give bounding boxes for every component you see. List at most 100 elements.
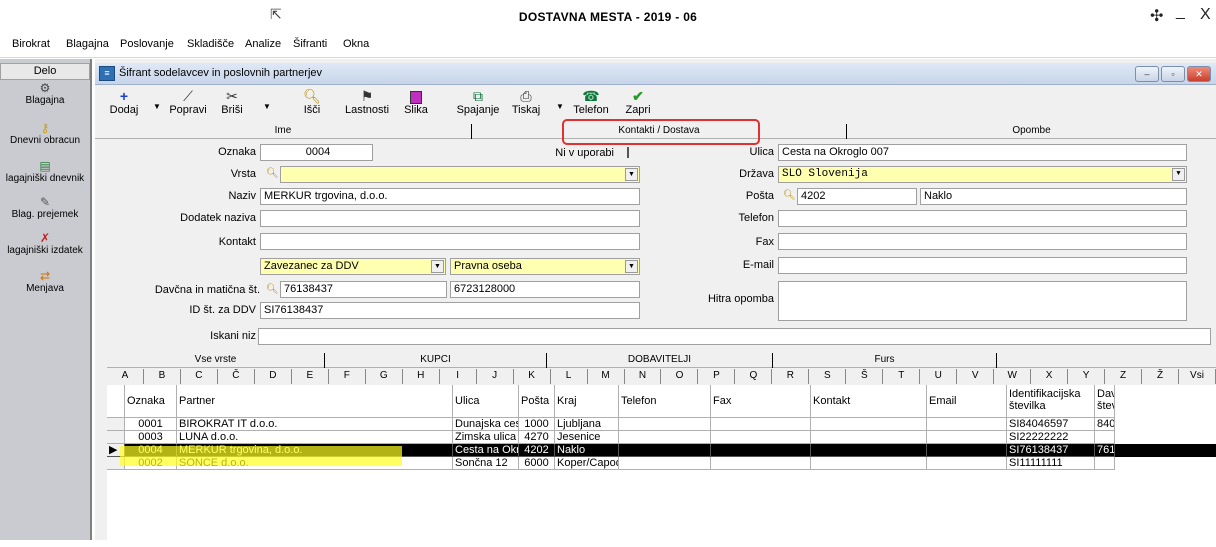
lp-item-menjava[interactable]: ⇄ Menjava bbox=[0, 269, 90, 294]
vrsta-select[interactable]: ▼ bbox=[280, 166, 640, 183]
letter-filter-item[interactable]: O bbox=[662, 369, 699, 384]
letter-filter-item[interactable]: J bbox=[477, 369, 514, 384]
letter-filter-item[interactable]: S bbox=[809, 369, 847, 384]
properties-button[interactable]: ⚑ Lastnosti bbox=[343, 88, 391, 116]
search-string-input[interactable] bbox=[258, 328, 1211, 345]
letter-filter-item[interactable]: Z bbox=[1105, 369, 1143, 384]
letter-filter-item[interactable]: W bbox=[994, 369, 1032, 384]
zavezanec-select[interactable]: Zavezanec za DDV ▼ bbox=[260, 258, 446, 275]
kraj-field[interactable]: Naklo bbox=[920, 188, 1187, 205]
image-button[interactable]: Slika bbox=[401, 88, 431, 116]
child-minimize-button[interactable]: ‒ bbox=[1135, 66, 1159, 82]
letter-filter-item[interactable]: L bbox=[551, 369, 588, 384]
filter-tab-vse-vrste[interactable]: Vse vrste bbox=[107, 353, 325, 368]
column-header[interactable]: Telefon bbox=[619, 385, 711, 418]
lp-item-blagajniski-izdatek[interactable]: ✗ lagajniški izdatek bbox=[0, 231, 90, 256]
menu-blagajna[interactable]: Blagajna bbox=[66, 38, 109, 50]
table-row[interactable]: 0003 LUNA d.o.o. Zimska ulica 4 4270 Jesenic… bbox=[107, 431, 1216, 444]
filter-tab-kupci[interactable]: KUPCI bbox=[325, 353, 547, 368]
search-button[interactable]: 🔍︎ Išči bbox=[297, 88, 327, 116]
child-close-button[interactable]: ✕ bbox=[1187, 66, 1211, 82]
letter-filter-item[interactable]: I bbox=[440, 369, 477, 384]
filter-tab-furs[interactable]: Furs bbox=[773, 353, 997, 368]
letter-filter-item[interactable]: M bbox=[588, 369, 625, 384]
lp-item-blagajniski-dnevnik[interactable]: ▤ lagajniški dnevnik bbox=[0, 159, 90, 184]
letter-filter-item[interactable]: N bbox=[625, 369, 662, 384]
letter-filter-item[interactable]: Ž bbox=[1142, 369, 1180, 384]
lp-item-dnevni-obracun[interactable]: ⚷ Dnevni obracun bbox=[0, 121, 90, 146]
search-icon[interactable]: 🔍︎ bbox=[266, 284, 279, 295]
ni-v-uporabi-checkbox[interactable] bbox=[627, 147, 629, 158]
letter-filter-item[interactable]: F bbox=[329, 369, 366, 384]
menu-poslovanje[interactable]: Poslovanje bbox=[120, 38, 174, 50]
menu-analize[interactable]: Analize bbox=[245, 38, 281, 50]
letter-filter-item[interactable]: Y bbox=[1068, 369, 1106, 384]
menu-skladisce[interactable]: Skladišče bbox=[187, 38, 234, 50]
edit-button[interactable]: ⟋ Popravi bbox=[168, 88, 208, 116]
letter-filter-item[interactable]: E bbox=[292, 369, 329, 384]
fax-field[interactable] bbox=[778, 233, 1187, 250]
chevron-down-icon[interactable]: ▼ bbox=[625, 260, 638, 273]
chevron-down-icon[interactable]: ▼ bbox=[625, 168, 638, 181]
filter-tab-dobavitelji[interactable]: DOBAVITELJI bbox=[547, 353, 773, 368]
column-header[interactable]: Dav štev bbox=[1095, 385, 1115, 418]
letter-filter-item[interactable]: R bbox=[772, 369, 810, 384]
posta-field[interactable]: 4202 bbox=[797, 188, 917, 205]
letter-filter-item[interactable]: B bbox=[144, 369, 181, 384]
letter-filter-item[interactable]: Š bbox=[846, 369, 884, 384]
close-form-button[interactable]: ✔ Zapri bbox=[621, 88, 655, 116]
letter-filter-item[interactable]: H bbox=[403, 369, 440, 384]
pravna-oseba-select[interactable]: Pravna oseba ▼ bbox=[450, 258, 640, 275]
letter-filter-all[interactable]: Vsi bbox=[1179, 369, 1216, 384]
telephone-button[interactable]: ☎ Telefon bbox=[571, 88, 611, 116]
menu-sifranti[interactable]: Šifranti bbox=[293, 38, 327, 50]
menu-okna[interactable]: Okna bbox=[343, 38, 369, 50]
hitra-opomba-field[interactable] bbox=[778, 281, 1187, 321]
move-icon[interactable]: ✣ bbox=[1150, 6, 1163, 26]
add-button[interactable]: + Dodaj bbox=[109, 88, 139, 116]
column-header[interactable]: Ulica bbox=[453, 385, 519, 418]
search-icon[interactable]: 🔍︎ bbox=[266, 168, 279, 179]
letter-filter-item[interactable]: P bbox=[698, 369, 736, 384]
letter-filter-item[interactable]: Q bbox=[735, 369, 773, 384]
tab-opombe[interactable]: Opombe bbox=[847, 124, 1216, 139]
column-header[interactable]: Kraj bbox=[555, 385, 619, 418]
column-header[interactable]: Pošta bbox=[519, 385, 555, 418]
letter-filter-item[interactable]: Č bbox=[218, 369, 255, 384]
column-header[interactable]: Fax bbox=[711, 385, 811, 418]
print-button[interactable]: ⎙ Tiskaj bbox=[509, 88, 543, 116]
child-restore-button[interactable]: ▫ bbox=[1161, 66, 1185, 82]
search-icon[interactable]: 🔍︎ bbox=[783, 190, 796, 201]
letter-filter-item[interactable]: X bbox=[1031, 369, 1069, 384]
column-header[interactable]: Kontakt bbox=[811, 385, 927, 418]
dodatek-naziva-field[interactable] bbox=[260, 210, 640, 227]
chevron-down-icon[interactable]: ▼ bbox=[431, 260, 444, 273]
id-ddv-field[interactable]: SI76138437 bbox=[260, 302, 640, 319]
print-dropdown-arrow[interactable]: ▼ bbox=[556, 102, 564, 111]
column-header[interactable]: Partner bbox=[177, 385, 453, 418]
tab-ime[interactable]: Ime bbox=[95, 124, 472, 139]
oznaka-field[interactable]: 0004 bbox=[260, 144, 373, 161]
letter-filter-item[interactable]: T bbox=[883, 369, 921, 384]
letter-filter-item[interactable]: U bbox=[920, 369, 958, 384]
column-header[interactable]: Identifikacijska številka bbox=[1007, 385, 1095, 418]
letter-filter-item[interactable]: A bbox=[107, 369, 144, 384]
column-header[interactable]: Oznaka bbox=[125, 385, 177, 418]
letter-filter-item[interactable]: V bbox=[957, 369, 995, 384]
table-row[interactable]: 0001BIROKRAT IT d.o.o.Dunajska cesta 1!1… bbox=[107, 418, 1216, 431]
kontakt-field[interactable] bbox=[260, 233, 640, 250]
naziv-field[interactable]: MERKUR trgovina, d.o.o. bbox=[260, 188, 640, 205]
maticna-field[interactable]: 6723128000 bbox=[450, 281, 640, 298]
merge-button[interactable]: ⧉ Spajanje bbox=[455, 88, 501, 116]
lp-item-blag-prejemek[interactable]: ✎ Blag. prejemek bbox=[0, 195, 90, 220]
minimize-button[interactable]: _ bbox=[1176, 3, 1185, 21]
letter-filter-item[interactable]: G bbox=[366, 369, 403, 384]
delete-dropdown-arrow[interactable]: ▼ bbox=[263, 102, 271, 111]
davcna-field[interactable]: 76138437 bbox=[280, 281, 447, 298]
delete-button[interactable]: ✂ Briši bbox=[217, 88, 247, 116]
ulica-field[interactable]: Cesta na Okroglo 007 bbox=[778, 144, 1187, 161]
letter-filter-item[interactable]: C bbox=[181, 369, 218, 384]
column-header[interactable]: Email bbox=[927, 385, 1007, 418]
close-button[interactable]: X bbox=[1200, 6, 1211, 24]
menu-birokrat[interactable]: Birokrat bbox=[12, 38, 50, 50]
